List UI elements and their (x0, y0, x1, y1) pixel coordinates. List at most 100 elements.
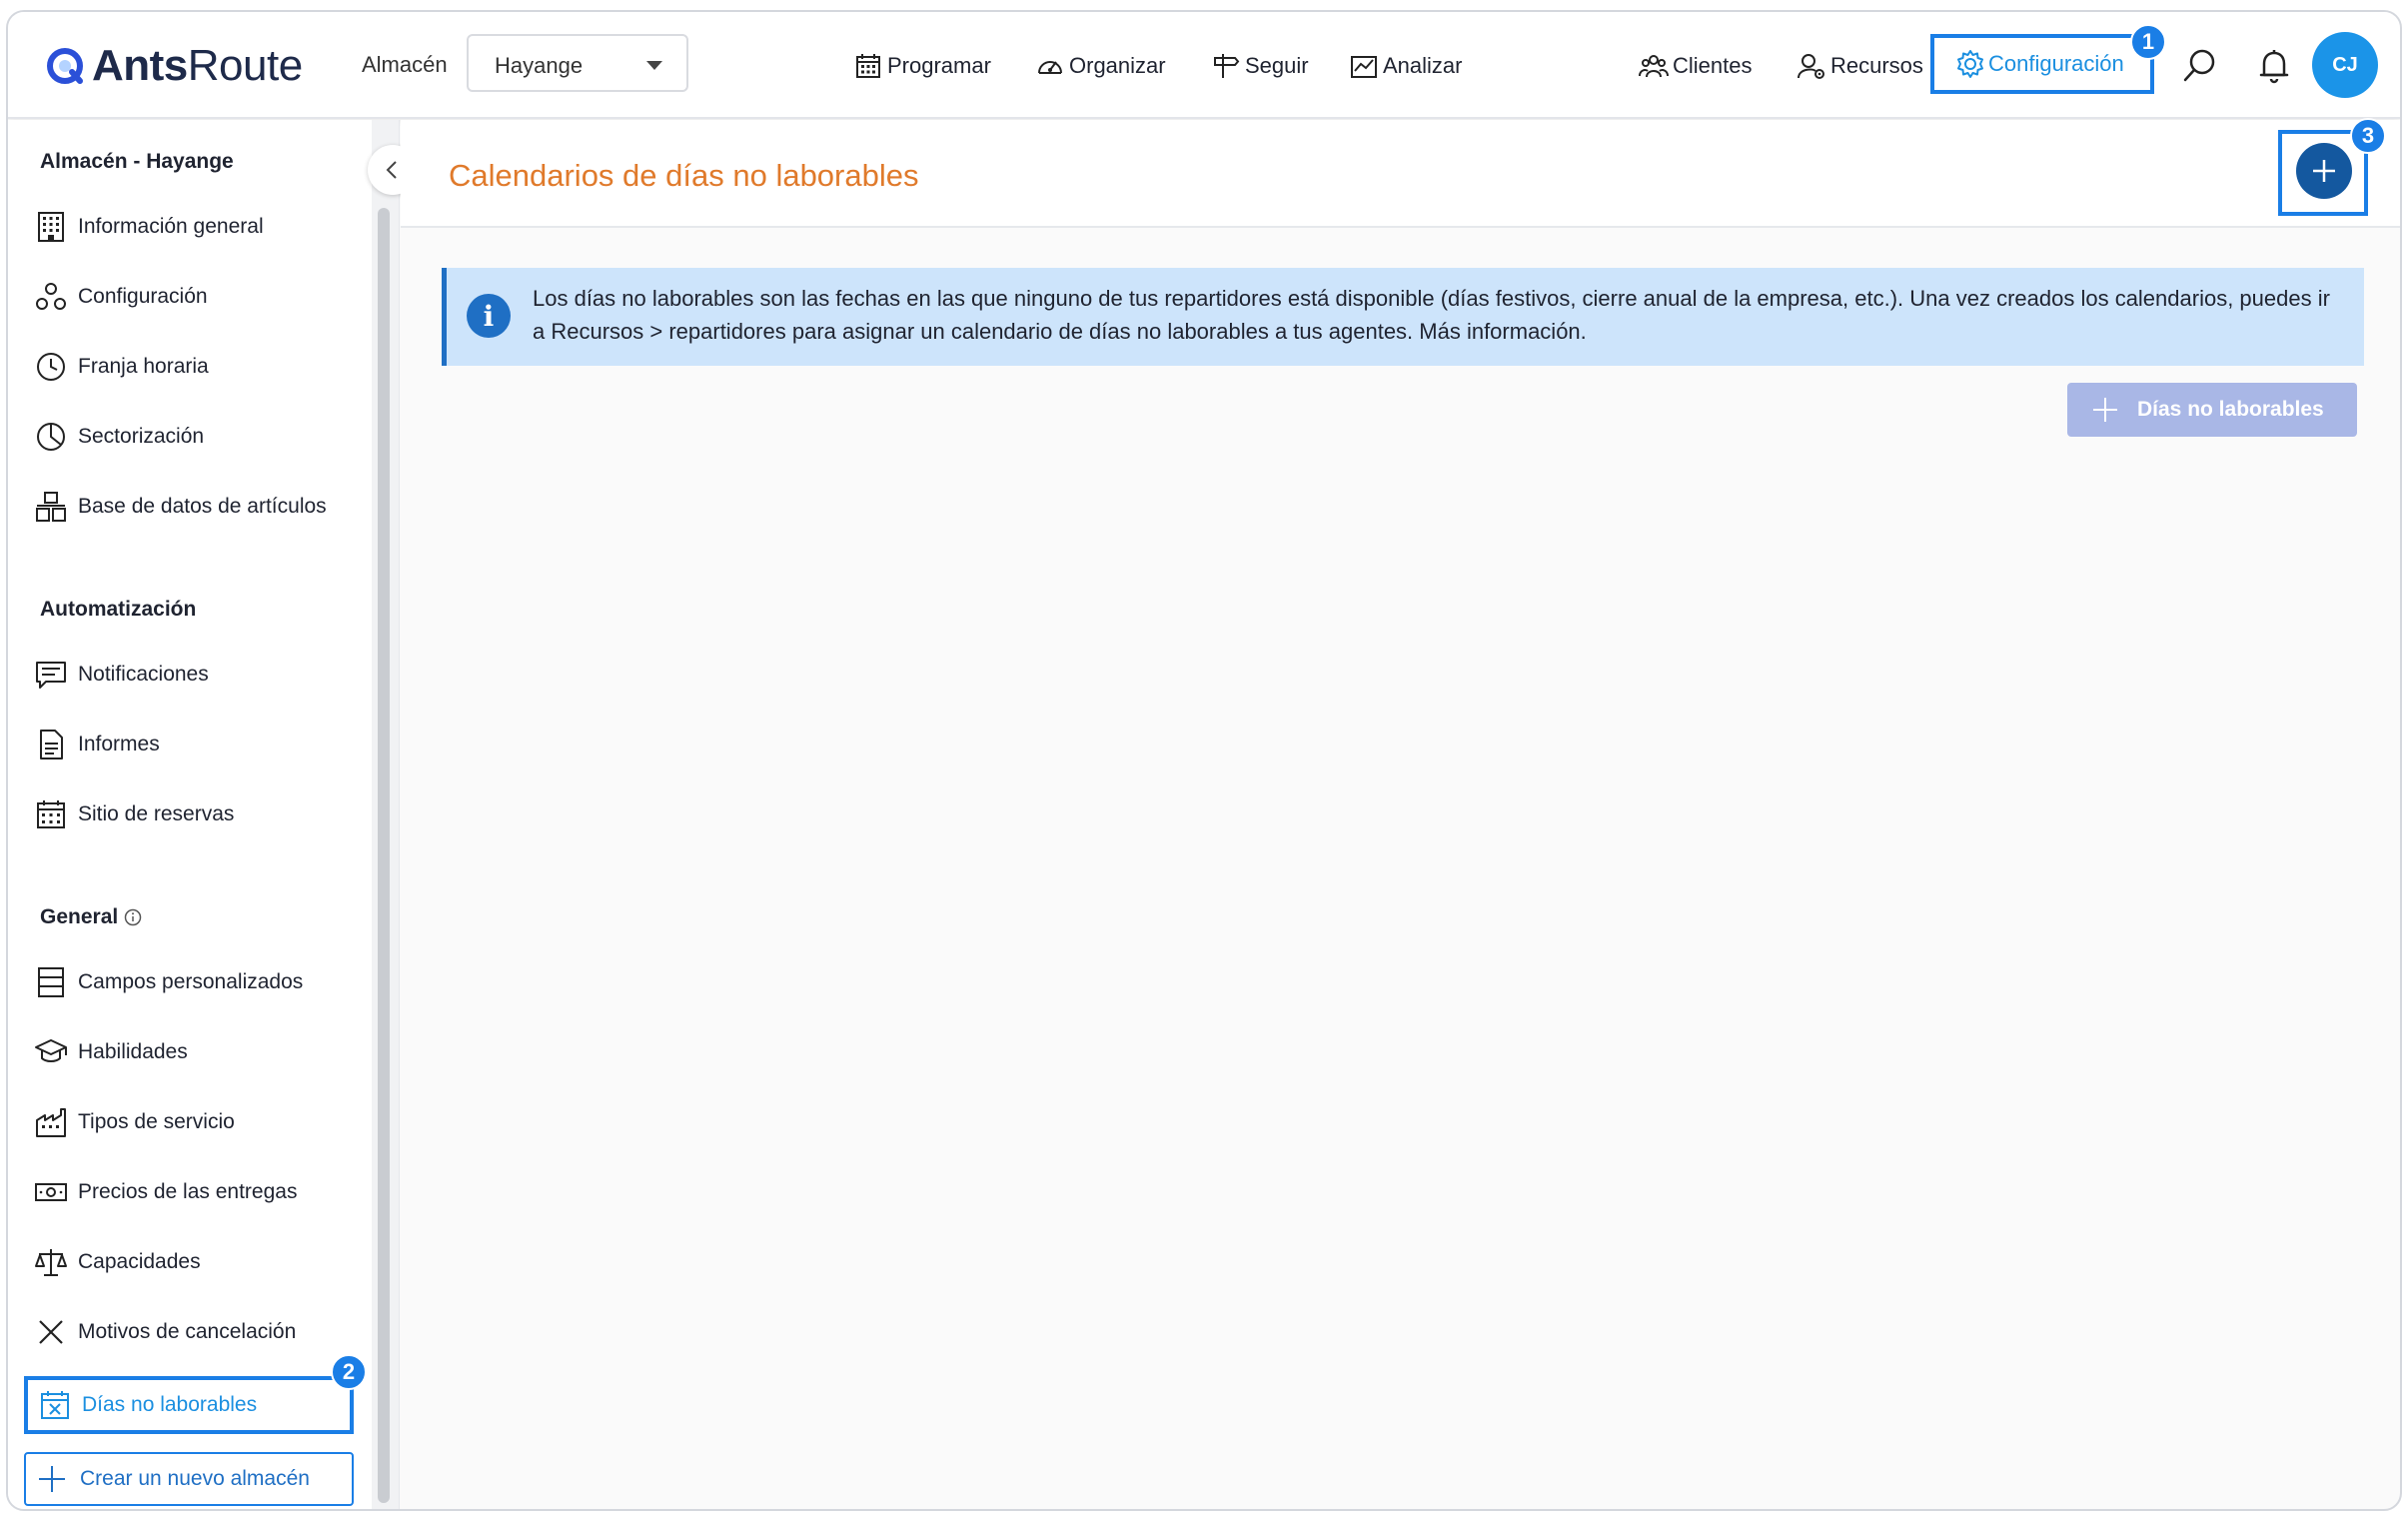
top-bar: AntsRoute Almacén Hayange Programar Orga… (8, 12, 2400, 119)
pie-chart-icon (37, 423, 65, 451)
banknote-icon (35, 1183, 67, 1201)
nav-organize[interactable]: Organizar (1035, 50, 1166, 82)
warehouse-label: Almacén (362, 52, 448, 77)
chart-icon (1351, 56, 1377, 78)
sidebar-item-label: Precios de las entregas (78, 1180, 298, 1203)
sidebar-item-label: Días no laborables (82, 1393, 258, 1416)
step-badge-3: 3 (2350, 118, 2386, 154)
settings-sidebar: Almacén - Hayange Información general Co… (8, 120, 372, 1509)
sidebar-item-label: Notificaciones (78, 663, 209, 686)
sidebar-item-reports[interactable]: Informes (34, 728, 160, 761)
sidebar-item-label: Base de datos de artículos (78, 495, 327, 518)
antsroute-logo[interactable]: AntsRoute (44, 36, 303, 96)
info-text: Los días no laborables son las fechas en… (533, 286, 2330, 344)
sidebar-item-label: Motivos de cancelación (78, 1320, 297, 1343)
sidebar-item-label: Configuración (78, 285, 208, 308)
sidebar-item-sectorization[interactable]: Sectorización (34, 420, 204, 454)
warehouse-select[interactable]: Hayange (467, 34, 688, 92)
sidebar-item-label: Tipos de servicio (78, 1110, 235, 1133)
info-circle-icon[interactable] (124, 908, 142, 926)
sidebar-item-custom-fields[interactable]: Campos personalizados (34, 965, 303, 999)
gear-icon (1957, 50, 1983, 78)
calendar-icon (856, 54, 880, 78)
step-badge-1: 1 (2130, 24, 2166, 60)
nav-schedule[interactable]: Programar (853, 50, 991, 82)
sidebar-item-configuration[interactable]: Configuración (34, 280, 208, 314)
page-title: Calendarios de días no laborables (449, 158, 919, 193)
nav-resources[interactable]: Recursos (1797, 50, 1923, 82)
building-icon (38, 212, 64, 242)
boxes-icon (36, 492, 66, 522)
add-calendar-button[interactable] (2296, 143, 2352, 199)
nav-resources-label: Recursos (1830, 53, 1923, 78)
sidebar-section-general-label: General (40, 905, 119, 928)
nav-settings[interactable]: Configuración (1930, 34, 2154, 94)
sidebar-item-notifications[interactable]: Notificaciones (34, 658, 209, 692)
sidebar-item-service-types[interactable]: Tipos de servicio (34, 1105, 235, 1139)
sidebar-item-cancel-reasons[interactable]: Motivos de cancelación (34, 1315, 296, 1349)
sidebar-item-capacities[interactable]: Capacidades (34, 1245, 201, 1279)
sidebar-section-warehouse: Almacén - Hayange (40, 150, 234, 173)
nav-settings-label: Configuración (1988, 51, 2124, 76)
nav-clients[interactable]: Clientes (1639, 50, 1752, 82)
sidebar-item-label: Capacidades (78, 1250, 201, 1273)
search-icon (2183, 49, 2215, 82)
calendar-icon (37, 800, 65, 828)
user-gear-icon (1798, 54, 1824, 79)
nav-analyze-label: Analizar (1383, 53, 1463, 78)
gears-icon (36, 283, 66, 310)
notifications-button[interactable] (2254, 46, 2294, 86)
nav-track[interactable]: Seguir (1211, 50, 1309, 82)
antsroute-logo-icon (47, 48, 83, 84)
create-warehouse-label: Crear un nuevo almacén (80, 1467, 310, 1490)
sidebar-item-time-window[interactable]: Franja horaria (34, 350, 209, 384)
create-warehouse-button[interactable]: Crear un nuevo almacén (24, 1452, 354, 1506)
sidebar-item-non-working-days[interactable]: Días no laborables (24, 1376, 354, 1434)
plus-icon (2093, 398, 2117, 422)
add-non-working-days-label: Días no laborables (2137, 398, 2324, 421)
fields-list-icon (38, 967, 64, 997)
sidebar-item-booking-site[interactable]: Sitio de reservas (34, 797, 234, 831)
calendar-x-icon (41, 1391, 69, 1419)
chevron-down-icon (646, 61, 662, 70)
info-icon: i (467, 294, 511, 338)
nav-schedule-label: Programar (887, 53, 991, 78)
search-button[interactable] (2180, 46, 2220, 86)
close-icon (39, 1320, 63, 1344)
document-icon (40, 730, 63, 760)
avatar-initials: CJ (2332, 53, 2358, 76)
signpost-icon (1214, 54, 1240, 78)
sidebar-item-label: Informes (78, 733, 160, 756)
sidebar-item-label: Campos personalizados (78, 970, 304, 993)
warehouse-select-value: Hayange (495, 53, 584, 78)
sidebar-section-general: General (40, 905, 142, 929)
step-badge-2: 2 (331, 1354, 367, 1390)
scale-icon (35, 1249, 67, 1276)
sidebar-item-label: Franja horaria (78, 355, 209, 378)
add-non-working-days-button[interactable]: Días no laborables (2067, 383, 2357, 437)
sidebar-item-label: Sectorización (78, 425, 205, 448)
main-header: Calendarios de días no laborables (401, 120, 2400, 228)
bell-icon (2259, 50, 2289, 84)
users-group-icon (1639, 55, 1669, 78)
plus-icon (2313, 160, 2335, 182)
sidebar-item-general-info[interactable]: Información general (34, 210, 264, 244)
message-icon (36, 662, 66, 689)
nav-track-label: Seguir (1245, 53, 1309, 78)
sidebar-scrollbar-thumb[interactable] (378, 208, 390, 1503)
sidebar-section-automation: Automatización (40, 598, 197, 621)
logo-text: AntsRoute (92, 41, 303, 90)
sidebar-item-label: Sitio de reservas (78, 802, 235, 825)
sidebar-item-label: Información general (78, 215, 264, 238)
sidebar-scrollbar[interactable] (372, 120, 400, 1509)
plus-icon (39, 1466, 65, 1492)
clock-icon (37, 353, 65, 381)
sidebar-item-skills[interactable]: Habilidades (34, 1035, 188, 1069)
speedometer-icon (1038, 61, 1062, 74)
user-avatar[interactable]: CJ (2312, 32, 2378, 98)
sidebar-item-delivery-prices[interactable]: Precios de las entregas (34, 1175, 297, 1209)
sidebar-item-articles-db[interactable]: Base de datos de artículos (34, 490, 327, 524)
nav-analyze[interactable]: Analizar (1349, 50, 1462, 82)
info-banner: i Los días no laborables son las fechas … (442, 268, 2364, 366)
factory-icon (36, 1108, 66, 1137)
